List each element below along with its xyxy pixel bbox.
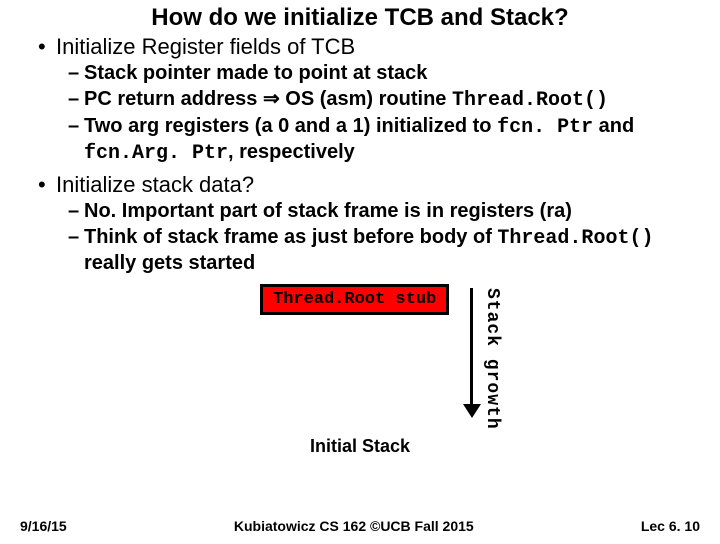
bullet-stack-data: Initialize stack data? xyxy=(38,172,700,198)
arrow-head-icon xyxy=(463,404,481,418)
text: Two arg registers (a 0 and a 1) initiali… xyxy=(84,115,497,137)
footer-date: 9/16/15 xyxy=(20,518,67,534)
dash-pc-return: PC return address ⇒ OS (asm) routine Thr… xyxy=(68,87,700,113)
slide: How do we initialize TCB and Stack? Init… xyxy=(0,4,720,544)
code-threadroot: Thread.Root() xyxy=(452,89,608,112)
slide-title: How do we initialize TCB and Stack? xyxy=(20,4,700,32)
text: OS (asm) routine xyxy=(280,88,452,110)
text: Think of stack frame as just before body… xyxy=(84,226,497,248)
footer-course: Kubiatowicz CS 162 ©UCB Fall 2015 xyxy=(234,518,474,534)
arrow-symbol: ⇒ xyxy=(263,88,280,110)
code-fcnptr: fcn. Ptr xyxy=(497,116,593,139)
code-threadroot2: Thread.Root() xyxy=(497,227,653,250)
dash-arg-registers: Two arg registers (a 0 and a 1) initiali… xyxy=(68,114,700,166)
arrow-line xyxy=(470,288,473,406)
stack-growth-arrow xyxy=(460,288,484,418)
code-fcnargptr: fcn.Arg. Ptr xyxy=(84,142,228,165)
text: really gets started xyxy=(84,252,255,274)
text: PC return address xyxy=(84,88,263,110)
text: and xyxy=(593,115,634,137)
footer-lecnum: Lec 6. 10 xyxy=(641,518,700,534)
dash-no-important: No. Important part of stack frame is in … xyxy=(68,199,700,224)
initial-stack-caption: Initial Stack xyxy=(20,436,700,457)
bullet-tcb-fields: Initialize Register fields of TCB xyxy=(38,34,700,60)
threadroot-stub-box: Thread.Root stub xyxy=(260,284,449,315)
dash-stack-pointer: Stack pointer made to point at stack xyxy=(68,61,700,86)
dash-think-stack: Think of stack frame as just before body… xyxy=(68,225,700,276)
footer: 9/16/15 Kubiatowicz CS 162 ©UCB Fall 201… xyxy=(20,518,700,534)
stack-growth-label: Stack growth xyxy=(482,288,502,430)
diagram: Thread.Root stub Stack growth xyxy=(20,284,700,434)
text: , respectively xyxy=(228,141,355,163)
